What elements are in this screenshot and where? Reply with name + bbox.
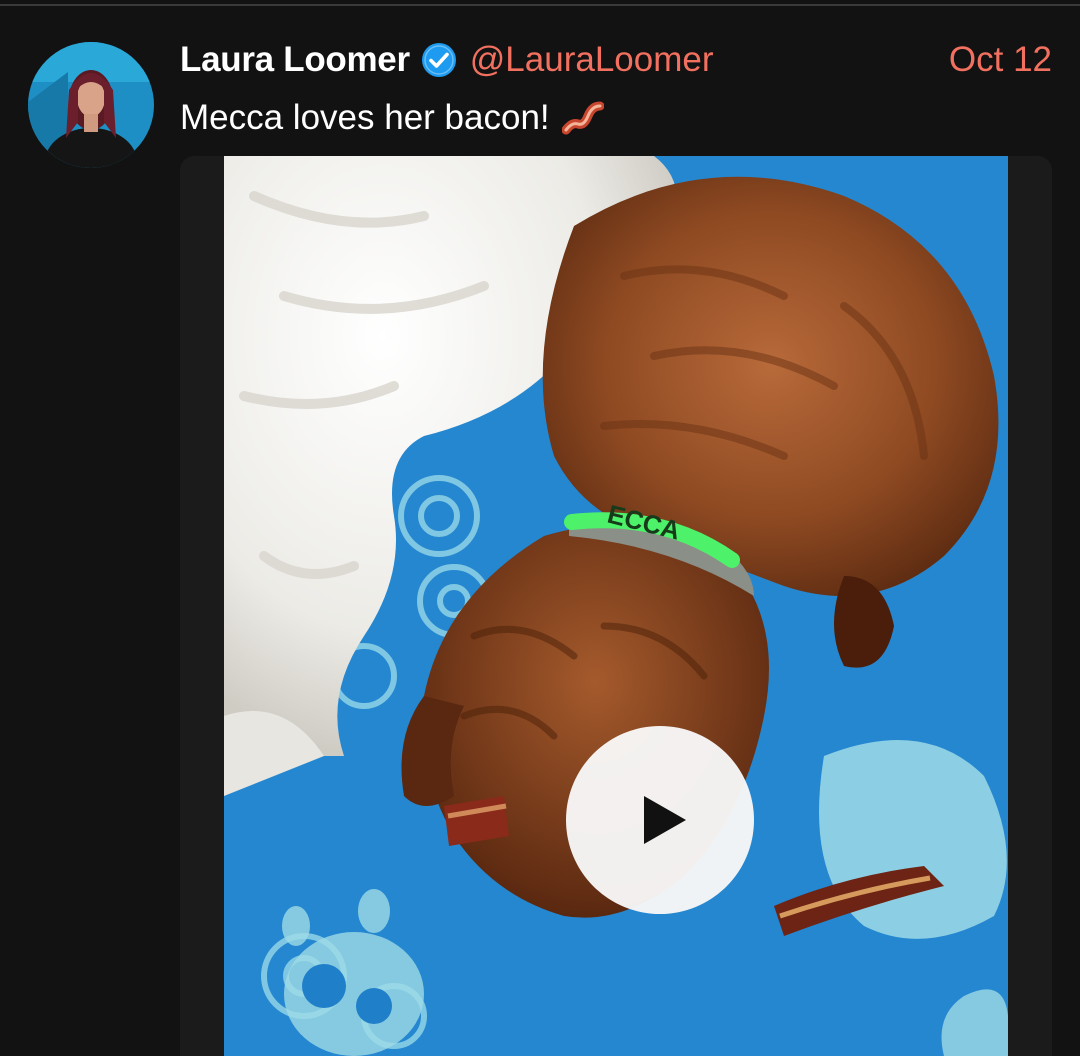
post-header: Laura Loomer @LauraLoomer [180,38,714,82]
author-handle[interactable]: @LauraLoomer [470,40,714,80]
play-icon [644,796,686,844]
author-name[interactable]: Laura Loomer [180,40,410,80]
post-date[interactable]: Oct 12 [949,38,1052,82]
video-media[interactable]: ECCA [180,156,1052,1056]
post-card[interactable]: Laura Loomer @LauraLoomer Oct 12 Mecca l… [0,8,1080,1056]
video-thumbnail[interactable]: ECCA [224,156,1008,1056]
post-text: Mecca loves her bacon! [180,98,550,137]
avatar[interactable] [28,42,154,168]
post-text-row: Mecca loves her bacon! [180,96,605,140]
top-divider [0,0,1080,6]
play-button[interactable] [566,726,754,914]
verified-badge-icon [420,41,458,79]
bacon-emoji-icon [561,100,605,136]
